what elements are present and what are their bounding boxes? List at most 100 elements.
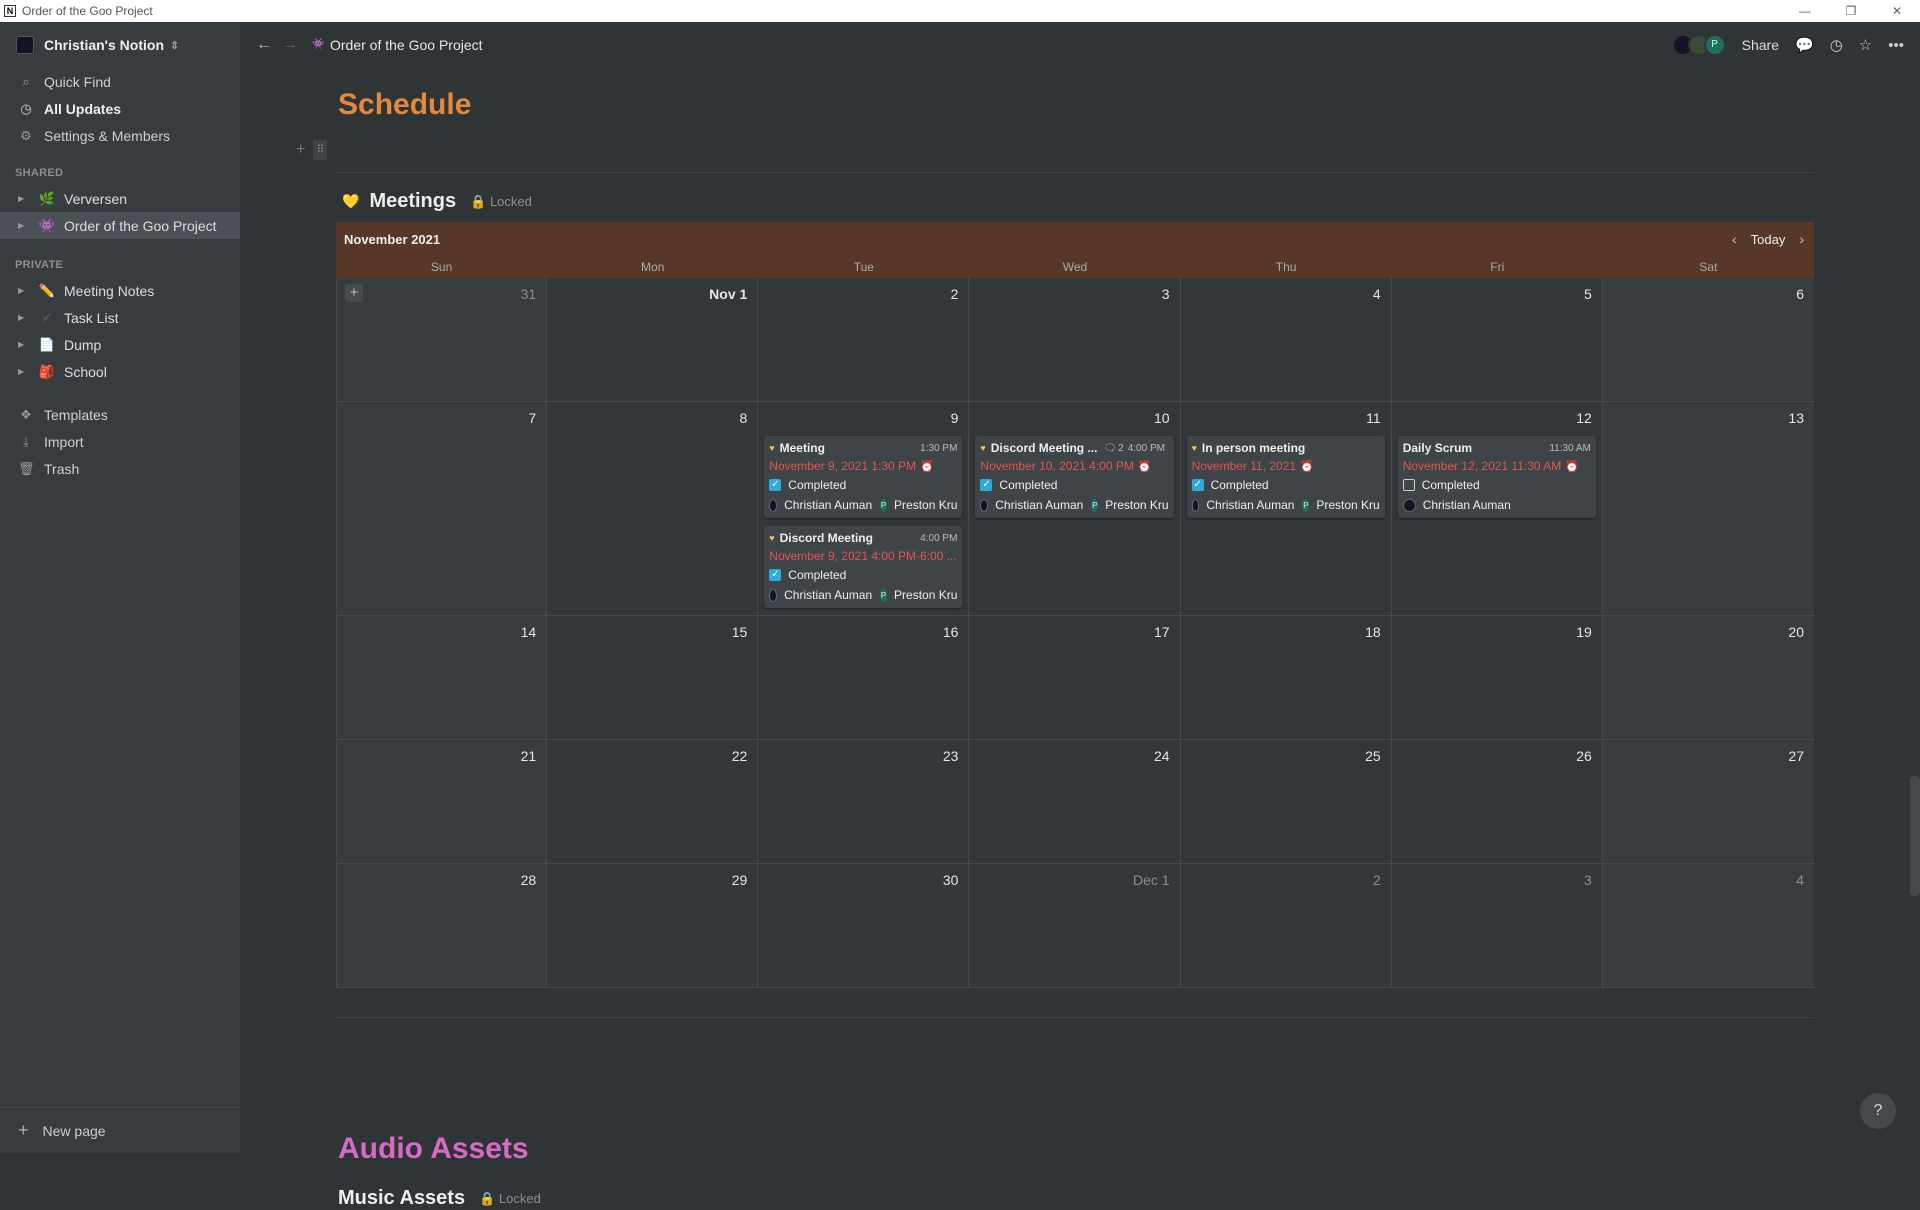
calendar-day[interactable]: 2 <box>758 278 969 401</box>
prev-month-icon[interactable]: ‹ <box>1732 231 1737 247</box>
share-button[interactable]: Share <box>1742 37 1779 53</box>
event-title: Daily Scrum <box>1403 441 1472 455</box>
divider <box>336 172 1814 173</box>
new-page-button[interactable]: + New page <box>0 1107 240 1153</box>
calendar-day[interactable]: 17 <box>969 616 1180 739</box>
sidebar-item-quick-find[interactable]: ⌕ Quick Find <box>0 68 240 95</box>
calendar-day[interactable]: 9 ♥ Meeting 1:30 PM November 9, 2021 1:3… <box>758 402 969 615</box>
heart-icon: ♥ <box>769 533 774 543</box>
event-card[interactable]: ♥ Discord Meeting ... 🗨 2 4:00 PM Novemb… <box>975 436 1173 518</box>
add-block-icon[interactable]: + <box>296 141 305 159</box>
minimize-icon[interactable]: — <box>1782 0 1828 22</box>
sidebar-item-templates[interactable]: ❖ Templates <box>0 401 240 428</box>
calendar-day[interactable]: 3 <box>1392 864 1603 987</box>
window-title: Order of the Goo Project <box>22 4 153 18</box>
calendar-day[interactable]: 3 <box>969 278 1180 401</box>
checkbox-checked-icon[interactable]: ✓ <box>769 479 781 491</box>
event-card[interactable]: ♥ Discord Meeting 4:00 PM November 9, 20… <box>764 526 962 608</box>
sidebar-page-label: Task List <box>64 310 118 326</box>
add-event-icon[interactable]: + <box>345 284 363 302</box>
calendar-day[interactable]: 29 <box>547 864 758 987</box>
sidebar-page-task-list[interactable]: ▶ ✔ Task List <box>0 304 240 331</box>
expand-triangle-icon[interactable]: ▶ <box>18 194 30 203</box>
locked-badge[interactable]: 🔒 Locked <box>479 1191 541 1207</box>
sidebar-item-trash[interactable]: 🗑 Trash <box>0 455 240 482</box>
expand-triangle-icon[interactable]: ▶ <box>18 286 30 295</box>
more-icon[interactable]: ••• <box>1888 37 1904 54</box>
calendar-day[interactable]: 13 <box>1603 402 1814 615</box>
event-card[interactable]: ♥ In person meeting November 11, 2021⏰ ✓… <box>1187 436 1385 518</box>
calendar-day[interactable]: 18 <box>1181 616 1392 739</box>
checkbox-checked-icon[interactable]: ✓ <box>1192 479 1204 491</box>
event-card[interactable]: ♥ Meeting 1:30 PM November 9, 2021 1:30 … <box>764 436 962 518</box>
event-card[interactable]: Daily Scrum 11:30 AM November 12, 2021 1… <box>1398 436 1596 518</box>
sidebar-item-settings[interactable]: ⚙ Settings & Members <box>0 122 240 149</box>
calendar-day[interactable]: 27 <box>1603 740 1814 863</box>
calendar-day[interactable]: 19 <box>1392 616 1603 739</box>
calendar-day[interactable]: 10 ♥ Discord Meeting ... 🗨 2 4:00 PM Nov… <box>969 402 1180 615</box>
plus-icon: + <box>18 1120 29 1141</box>
sidebar-item-all-updates[interactable]: ◷ All Updates <box>0 95 240 122</box>
expand-triangle-icon[interactable]: ▶ <box>18 313 30 322</box>
calendar-day[interactable]: 4 <box>1181 278 1392 401</box>
comment-icon[interactable]: 💬 <box>1795 36 1814 54</box>
calendar-day[interactable]: 22 <box>547 740 758 863</box>
calendar-day[interactable]: 23 <box>758 740 969 863</box>
workspace-switcher[interactable]: Christian's Notion ⇕ <box>0 22 240 68</box>
calendar-day[interactable]: 5 <box>1392 278 1603 401</box>
calendar-day[interactable]: 21 <box>336 740 547 863</box>
checkbox-checked-icon[interactable]: ✓ <box>980 479 992 491</box>
history-clock-icon[interactable]: ◷ <box>1830 36 1843 54</box>
calendar-day[interactable]: Dec 1 <box>969 864 1180 987</box>
help-button[interactable]: ? <box>1860 1093 1896 1129</box>
calendar-day[interactable]: Nov 1 <box>547 278 758 401</box>
calendar-day[interactable]: 16 <box>758 616 969 739</box>
sidebar-page-verversen[interactable]: ▶ 🌿 Verversen <box>0 185 240 212</box>
sidebar-page-order-of-the-goo[interactable]: ▶ 👾 Order of the Goo Project <box>0 212 240 239</box>
calendar-day[interactable]: 12 Daily Scrum 11:30 AM November 12, 202… <box>1392 402 1603 615</box>
calendar-day[interactable]: 11 ♥ In person meeting November 11, 2021… <box>1181 402 1392 615</box>
calendar-day[interactable]: 28 <box>336 864 547 987</box>
close-icon[interactable]: ✕ <box>1874 0 1920 22</box>
calendar-day[interactable]: 26 <box>1392 740 1603 863</box>
back-arrow-icon[interactable]: ← <box>256 36 272 54</box>
heart-icon: ♥ <box>980 443 985 453</box>
sidebar-page-school[interactable]: ▶ 🎒 School <box>0 358 240 385</box>
calendar-day[interactable]: 14 <box>336 616 547 739</box>
avatar <box>769 589 777 602</box>
expand-triangle-icon[interactable]: ▶ <box>18 340 30 349</box>
sidebar-page-dump[interactable]: ▶ 📄 Dump <box>0 331 240 358</box>
checkbox-checked-icon[interactable]: ✓ <box>769 569 781 581</box>
forward-arrow-icon[interactable]: → <box>282 36 298 54</box>
sidebar-item-import[interactable]: ⤓ Import <box>0 428 240 455</box>
calendar-day[interactable]: 2 <box>1181 864 1392 987</box>
calendar-day[interactable]: 25 <box>1181 740 1392 863</box>
calendar-day[interactable]: 15 <box>547 616 758 739</box>
star-icon[interactable]: ☆ <box>1859 36 1872 54</box>
calendar-day[interactable]: 24 <box>969 740 1180 863</box>
scrollbar[interactable] <box>1910 776 1920 896</box>
today-button[interactable]: Today <box>1751 232 1786 247</box>
locked-badge[interactable]: 🔒 Locked <box>470 194 532 210</box>
calendar-day[interactable]: 4 <box>1603 864 1814 987</box>
breadcrumb[interactable]: Order of the Goo Project <box>330 37 483 53</box>
avatar: P <box>880 499 887 512</box>
checkbox-unchecked-icon[interactable] <box>1403 479 1415 491</box>
next-month-icon[interactable]: › <box>1799 231 1804 247</box>
divider <box>336 1017 1814 1018</box>
restore-icon[interactable]: ❐ <box>1828 0 1874 22</box>
calendar-day[interactable]: 20 <box>1603 616 1814 739</box>
calendar-day[interactable]: 8 <box>547 402 758 615</box>
sidebar-page-meeting-notes[interactable]: ▶ ✏️ Meeting Notes <box>0 277 240 304</box>
calendar-day[interactable]: + 31 <box>336 278 547 401</box>
calendar-day[interactable]: 7 <box>336 402 547 615</box>
music-assets-name[interactable]: Music Assets <box>338 1187 465 1210</box>
database-name[interactable]: Meetings <box>369 190 456 213</box>
calendar-day[interactable]: 30 <box>758 864 969 987</box>
collaborator-avatars[interactable]: P <box>1678 34 1726 56</box>
expand-triangle-icon[interactable]: ▶ <box>18 367 30 376</box>
drag-handle-icon[interactable]: ⠿ <box>313 140 327 160</box>
expand-triangle-icon[interactable]: ▶ <box>18 221 30 230</box>
calendar-day[interactable]: 6 <box>1603 278 1814 401</box>
person-name: Christian Auman <box>1423 498 1511 512</box>
